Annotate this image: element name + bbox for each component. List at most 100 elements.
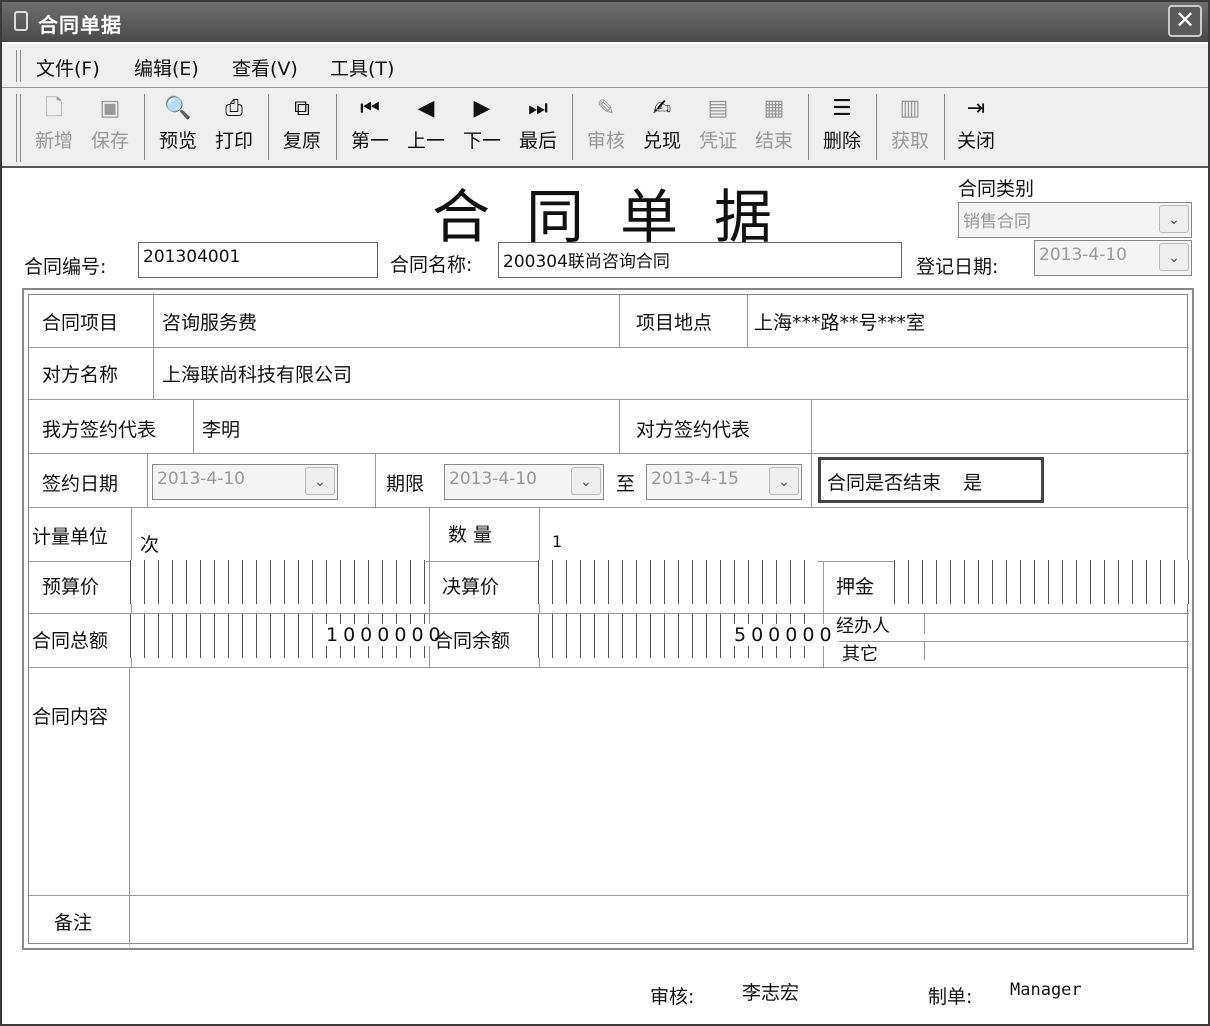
toolbar-grip <box>16 94 21 162</box>
menu-grip <box>16 50 21 82</box>
balance-amount-value: 500000 <box>732 624 839 646</box>
location-value[interactable]: 上海***路**号***室 <box>754 308 925 335</box>
chevron-down-icon[interactable]: ⌄ <box>769 467 799 495</box>
preview-button[interactable]: 🔍 预览 <box>154 92 202 164</box>
finish-icon: ▦ <box>763 96 785 121</box>
cash-button[interactable]: ✍ 兑现 <box>638 92 686 164</box>
content-textarea[interactable] <box>128 666 1190 892</box>
reg-date-picker[interactable]: 2013-4-10 ⌄ <box>1034 240 1192 276</box>
remark-field[interactable] <box>128 894 1190 944</box>
audit-icon: ✎ <box>596 96 616 121</box>
sign-date-label: 签约日期 <box>42 473 119 495</box>
final-label: 决算价 <box>442 576 500 598</box>
next-record-icon: ▶ <box>473 96 491 121</box>
next-record-button[interactable]: ▶ 下一 <box>458 92 506 164</box>
contract-ended-box[interactable]: 合同是否结束 是 <box>818 457 1044 503</box>
title-bar: 合同单据 ✕ <box>2 2 1208 42</box>
maker-label: 制单: <box>928 986 973 1008</box>
audit-button[interactable]: ✎ 审核 <box>582 92 630 164</box>
chevron-down-icon[interactable]: ⌄ <box>571 467 601 495</box>
menu-bar: 文件(F) 编辑(E) 查看(V) 工具(T) <box>2 44 1208 88</box>
preview-icon: 🔍 <box>164 96 192 121</box>
ended-label: 合同是否结束 <box>827 472 942 494</box>
our-rep-value[interactable]: 李明 <box>202 415 240 442</box>
unit-value[interactable]: 次 <box>140 530 159 557</box>
party-value[interactable]: 上海联尚科技有限公司 <box>162 360 352 387</box>
budget-amount-field[interactable] <box>130 560 426 604</box>
contract-number-field[interactable]: 201304001 <box>138 242 378 278</box>
remark-label: 备注 <box>54 912 93 934</box>
chevron-down-icon[interactable]: ⌄ <box>305 467 335 495</box>
prev-record-icon: ◀ <box>417 96 435 121</box>
new-button[interactable]: 🗋 新增 <box>30 92 78 164</box>
contract-name-field[interactable]: 200304联尚咨询合同 <box>498 242 902 278</box>
auditor-value: 李志宏 <box>742 982 800 1004</box>
content-label: 合同内容 <box>32 706 109 728</box>
deposit-label: 押金 <box>836 576 875 598</box>
toolbar-separator <box>268 94 269 160</box>
term-label: 期限 <box>386 473 425 495</box>
sign-date-picker[interactable]: 2013-4-10 ⌄ <box>152 464 338 500</box>
close-button[interactable]: ⇥ 关闭 <box>952 92 1000 164</box>
balance-label: 合同余额 <box>434 630 511 652</box>
toolbar-separator <box>144 94 145 160</box>
contract-window: 合同单据 ✕ 文件(F) 编辑(E) 查看(V) 工具(T) 🗋 新增 ▣ 保存… <box>0 0 1210 1026</box>
first-record-button[interactable]: ⏮ 第一 <box>346 92 394 164</box>
party-label: 对方名称 <box>42 364 119 386</box>
quantity-value[interactable]: 1 <box>552 532 562 551</box>
restore-icon: ⧉ <box>294 96 310 121</box>
save-disk-icon: ▣ <box>99 96 121 121</box>
maker-value: Manager <box>1010 980 1082 1000</box>
restore-button[interactable]: ⧉ 复原 <box>278 92 326 164</box>
item-value[interactable]: 咨询服务费 <box>162 308 257 335</box>
toolbar-separator <box>944 94 945 160</box>
app-icon <box>14 11 28 31</box>
last-record-icon: ⏭ <box>528 96 548 121</box>
to-label: 至 <box>616 473 636 495</box>
location-label: 项目地点 <box>636 312 713 334</box>
delete-button[interactable]: ☰ 删除 <box>818 92 866 164</box>
toolbar-separator <box>572 94 573 160</box>
toolbar: 🗋 新增 ▣ 保存 🔍 预览 ⎙ 打印 ⧉ 复原 ⏮ 第一 ◀ 上一 ▶ 下一 … <box>2 88 1208 168</box>
voucher-button[interactable]: ▤ 凭证 <box>694 92 742 164</box>
menu-file[interactable]: 文件(F) <box>36 54 100 81</box>
prev-record-button[interactable]: ◀ 上一 <box>402 92 450 164</box>
their-rep-label: 对方签约代表 <box>636 419 751 441</box>
toolbar-separator <box>876 94 877 160</box>
menu-edit[interactable]: 编辑(E) <box>134 54 199 81</box>
toolbar-separator <box>808 94 809 160</box>
last-record-button[interactable]: ⏭ 最后 <box>514 92 562 164</box>
exit-icon: ⇥ <box>966 96 986 121</box>
other-label: 其它 <box>842 644 878 665</box>
finish-button[interactable]: ▦ 结束 <box>750 92 798 164</box>
print-button[interactable]: ⎙ 打印 <box>210 92 258 164</box>
cash-icon: ✍ <box>652 96 672 121</box>
save-button[interactable]: ▣ 保存 <box>86 92 134 164</box>
term-from-picker[interactable]: 2013-4-10 ⌄ <box>444 464 604 500</box>
delete-icon: ☰ <box>832 96 852 121</box>
total-label: 合同总额 <box>32 630 109 652</box>
menu-tools[interactable]: 工具(T) <box>330 54 394 81</box>
fetch-icon: ▥ <box>899 96 921 121</box>
our-rep-label: 我方签约代表 <box>42 419 157 441</box>
deposit-amount-field[interactable] <box>894 560 1190 604</box>
new-doc-icon: 🗋 <box>45 96 63 121</box>
chevron-down-icon[interactable]: ⌄ <box>1159 243 1189 271</box>
term-to-picker[interactable]: 2013-4-15 ⌄ <box>646 464 802 500</box>
printer-icon: ⎙ <box>225 96 243 121</box>
fetch-button[interactable]: ▥ 获取 <box>886 92 934 164</box>
first-record-icon: ⏮ <box>360 96 380 121</box>
final-amount-field[interactable] <box>538 560 818 604</box>
contract-name-label: 合同名称: <box>390 254 473 276</box>
quantity-label: 数 量 <box>448 524 493 546</box>
budget-label: 预算价 <box>42 576 100 598</box>
chevron-down-icon[interactable]: ⌄ <box>1159 205 1189 233</box>
total-amount-value: 1000000 <box>324 624 448 646</box>
close-window-button[interactable]: ✕ <box>1168 5 1202 37</box>
contract-number-label: 合同编号: <box>24 256 107 278</box>
category-label: 合同类别 <box>958 178 1035 200</box>
category-select[interactable]: 销售合同 ⌄ <box>958 202 1192 238</box>
unit-label: 计量单位 <box>32 526 109 548</box>
menu-view[interactable]: 查看(V) <box>232 54 298 81</box>
item-label: 合同项目 <box>42 312 119 334</box>
